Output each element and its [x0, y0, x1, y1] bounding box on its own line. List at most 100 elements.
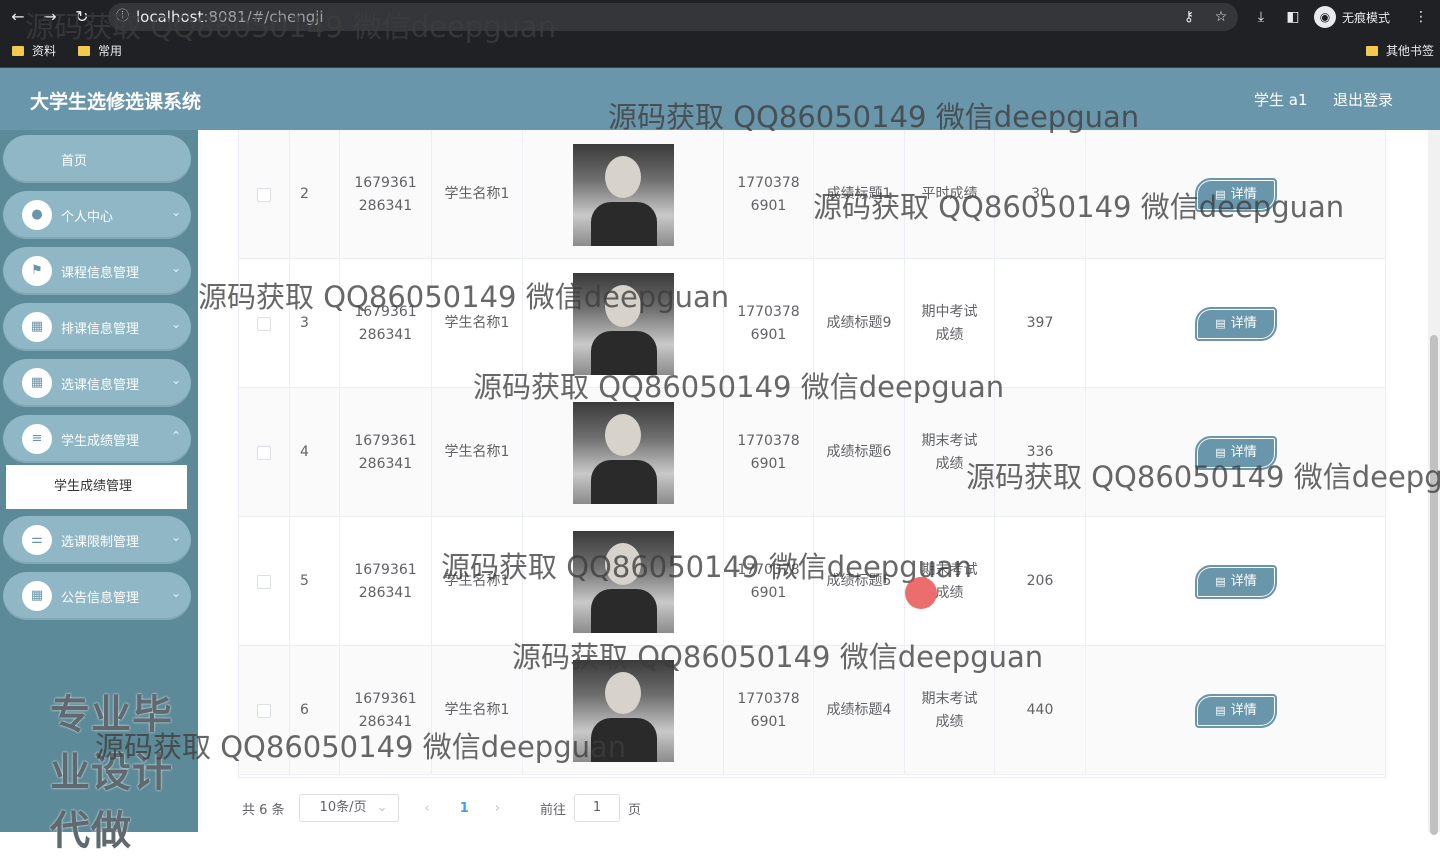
star-icon[interactable]: ☆ [1210, 6, 1232, 28]
bookmark-folder[interactable]: 常用 [78, 42, 122, 59]
cell-text: 学生名称1 [444, 186, 510, 202]
cell-text: 1679361286341 [354, 303, 417, 343]
sidebar-item-announcements[interactable]: ▦ 公告信息管理 ⌄ [3, 572, 191, 620]
cell-text: 17703786901 [737, 432, 800, 472]
sidebar-item-label: 选课限制管理 [61, 535, 140, 550]
detail-button[interactable]: ▤ 详情 [1195, 693, 1277, 728]
cell-index: 4 [290, 388, 340, 517]
more-icon[interactable]: ⋮ [1410, 6, 1432, 28]
submenu-item-grades[interactable]: 学生成绩管理 [6, 465, 187, 509]
sidebar-item-personal-center[interactable]: ● 个人中心 ⌄ [3, 191, 191, 239]
scrollbar-thumb[interactable] [1430, 335, 1438, 835]
list-icon: ≡ [22, 424, 52, 454]
page-number[interactable]: 1 [460, 801, 469, 816]
forward-icon[interactable]: → [40, 7, 60, 27]
cell-text: 期末考试成绩 [921, 432, 978, 472]
detail-button[interactable]: ▤ 详情 [1195, 564, 1277, 599]
bookmarks-bar: 资料 常用 其他书签 [0, 34, 1440, 68]
detail-button[interactable]: ▤ 详情 [1195, 177, 1277, 212]
key-icon[interactable]: ⚷ [1178, 6, 1200, 28]
reload-icon[interactable]: ↻ [72, 7, 92, 27]
cell-score: 440 [995, 646, 1086, 775]
checkbox-cell [239, 646, 290, 775]
student-photo [572, 401, 674, 504]
sidebar: 首页 ● 个人中心 ⌄ ⚑ 课程信息管理 ⌄ ▦ 排课信息管理 ⌄ ▦ 选课信息… [0, 130, 198, 854]
cell-type: 期末考试成绩 [905, 646, 995, 775]
scrollbar[interactable] [1428, 130, 1440, 835]
detail-label: 详情 [1230, 316, 1257, 331]
cell-text: 336 [1026, 444, 1054, 460]
student-photo [572, 143, 674, 246]
sidebar-item-label: 课程信息管理 [61, 266, 140, 281]
sidebar-item-selection-limits[interactable]: ⚌ 选课限制管理 ⌄ [3, 516, 191, 564]
sidebar-item-label: 个人中心 [61, 210, 114, 225]
checkbox-cell [239, 259, 290, 388]
sidebar-item-selection-info[interactable]: ▦ 选课信息管理 ⌄ [3, 359, 191, 407]
chevron-down-icon: ⌄ [170, 530, 181, 544]
document-icon: ▤ [1215, 575, 1226, 588]
page-suffix: 页 [628, 802, 642, 818]
cell-student-name: 学生名称1 [432, 130, 523, 259]
cell-student-name: 学生名称1 [432, 388, 523, 517]
folder-icon [1366, 45, 1378, 56]
download-icon[interactable]: ⤓ [1250, 6, 1272, 28]
page-size-select[interactable]: 10条/页 ⌄ [298, 794, 399, 822]
logout-link[interactable]: 退出登录 [1333, 89, 1393, 110]
incognito-badge[interactable]: ◉ 无痕模式 [1314, 5, 1390, 29]
cell-student-no: 1679361286341 [340, 130, 432, 259]
slogan-text: 专业毕业设计代做 [50, 692, 173, 854]
row-checkbox[interactable] [257, 574, 271, 589]
cell-title: 成绩标题4 [814, 646, 905, 775]
goto-page-input[interactable]: 1 [574, 794, 621, 822]
cell-text: 成绩标题1 [826, 186, 892, 202]
next-page-icon[interactable]: › [495, 801, 500, 816]
checkbox-cell [239, 517, 290, 646]
detail-label: 详情 [1230, 703, 1257, 718]
url-host: localhost [136, 8, 204, 26]
incognito-icon: ◉ [1314, 6, 1336, 28]
cell-index: 6 [290, 646, 340, 775]
back-icon[interactable]: ← [8, 7, 28, 27]
cell-student-name: 学生名称1 [432, 259, 523, 388]
cell-student-no: 1679361286341 [340, 646, 432, 775]
site-info-icon[interactable]: ⓘ [116, 3, 129, 31]
action-cell: ▤ 详情 [1086, 517, 1386, 646]
other-bookmarks[interactable]: 其他书签 [1366, 42, 1434, 59]
grid-icon: ▦ [22, 312, 52, 342]
detail-button[interactable]: ▤ 详情 [1195, 435, 1277, 470]
grades-table: 2 1679361286341 学生名称1 17703786901 成绩标题1 平时成绩 3… [238, 130, 1386, 778]
sidebar-item-schedule-info[interactable]: ▦ 排课信息管理 ⌄ [3, 303, 191, 351]
photo-cell [523, 388, 724, 517]
sidebar-item-course-info[interactable]: ⚑ 课程信息管理 ⌄ [3, 247, 191, 295]
cell-phone: 17703786901 [724, 517, 814, 646]
row-checkbox[interactable] [257, 445, 271, 460]
cell-title: 成绩标题1 [814, 130, 905, 259]
sidepanel-icon[interactable]: ◧ [1282, 6, 1304, 28]
document-icon: ▤ [1215, 188, 1226, 201]
row-checkbox[interactable] [257, 187, 271, 202]
sidebar-item-home[interactable]: 首页 [3, 135, 191, 183]
cell-text: 平时成绩 [921, 186, 978, 202]
bookmark-folder[interactable]: 资料 [12, 42, 56, 59]
checkbox-cell [239, 130, 290, 259]
cell-phone: 17703786901 [724, 388, 814, 517]
row-checkbox[interactable] [257, 703, 271, 718]
sidebar-item-label: 首页 [61, 154, 88, 169]
photo-cell [523, 646, 724, 775]
detail-button[interactable]: ▤ 详情 [1195, 306, 1277, 341]
chevron-down-icon: ⌄ [170, 373, 181, 387]
folder-icon [78, 45, 90, 56]
cell-text: 440 [1026, 702, 1054, 718]
grid-icon: ▦ [22, 581, 52, 611]
goto-label: 前往 [540, 802, 567, 818]
row-checkbox[interactable] [257, 316, 271, 331]
action-cell: ▤ 详情 [1086, 259, 1386, 388]
address-bar[interactable]: ⓘ localhost:8081/#/chengji [108, 3, 1238, 31]
document-icon: ▤ [1215, 317, 1226, 330]
chevron-down-icon: ⌄ [170, 586, 181, 600]
sidebar-item-grades[interactable]: ≡ 学生成绩管理 ⌃ [3, 415, 191, 463]
document-icon: ▤ [1215, 446, 1226, 459]
prev-page-icon[interactable]: ‹ [425, 801, 430, 816]
cell-student-name: 学生名称1 [432, 646, 523, 775]
document-icon: ▤ [1215, 704, 1226, 717]
